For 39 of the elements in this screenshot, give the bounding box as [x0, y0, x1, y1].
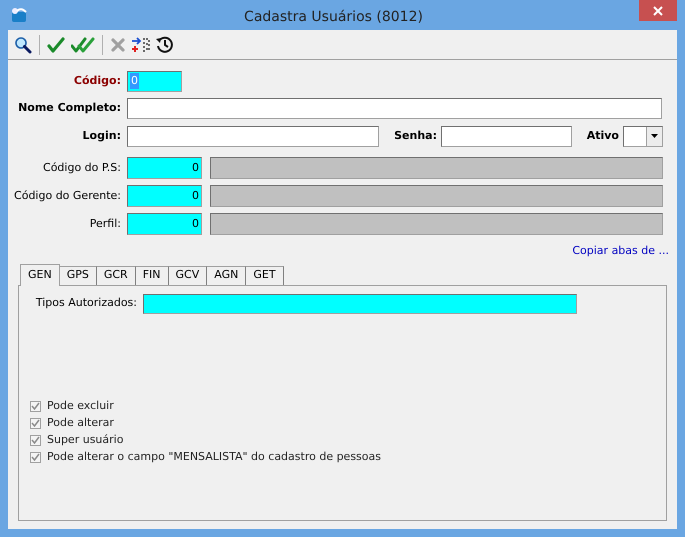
close-button[interactable] — [639, 0, 677, 21]
tab[interactable]: GPS — [60, 266, 97, 284]
checkmark-icon[interactable] — [47, 36, 65, 54]
tab[interactable]: GET — [246, 266, 284, 284]
password-field[interactable] — [441, 126, 572, 146]
field-label: Perfil: — [88, 216, 122, 232]
transfer-icon[interactable] — [131, 36, 151, 54]
field-label: Código do P.S: — [42, 160, 122, 176]
field-label: Nome Completo: — [17, 100, 122, 116]
login-field[interactable] — [127, 126, 379, 146]
checkbox-label: Pode alterar — [47, 414, 114, 431]
field-label: Senha: — [393, 128, 438, 144]
code-field[interactable]: 0 — [127, 213, 202, 235]
checkbox-label: Pode alterar o campo "MENSALISTA" do cadastro de pessoas — [47, 448, 381, 465]
tab[interactable]: FIN — [136, 266, 169, 284]
field-label: Login: — [82, 128, 122, 144]
tab[interactable]: GCR — [96, 266, 136, 284]
copy-tabs-link[interactable]: Copiar abas de ... — [572, 243, 669, 260]
code-field[interactable]: 0 — [127, 157, 202, 179]
double-checkmark-icon[interactable] — [71, 36, 95, 54]
code-field[interactable]: 0 — [127, 185, 202, 207]
active-dropdown[interactable] — [623, 126, 663, 146]
checkbox-label: Pode excluir — [47, 398, 114, 414]
field-label: Código: — [72, 72, 122, 89]
field-label: Código do Gerente: — [13, 188, 122, 204]
window-title: Cadastra Usuários (8012) — [243, 8, 424, 27]
checkbox-label: Super usuário — [47, 432, 124, 448]
close-icon — [653, 6, 663, 16]
history-icon[interactable] — [155, 34, 175, 54]
tab[interactable]: AGN — [207, 266, 246, 284]
field-label: Ativo — [586, 128, 620, 144]
search-icon[interactable] — [14, 36, 32, 54]
dropdown-arrow-icon — [651, 134, 658, 138]
tab[interactable]: GEN — [20, 264, 60, 286]
field-label: Tipos Autorizados: — [34, 295, 138, 312]
tab[interactable]: GCV — [168, 266, 208, 284]
name-field[interactable] — [127, 98, 662, 118]
authorized-types-field[interactable] — [143, 294, 577, 314]
app-icon — [10, 6, 28, 24]
